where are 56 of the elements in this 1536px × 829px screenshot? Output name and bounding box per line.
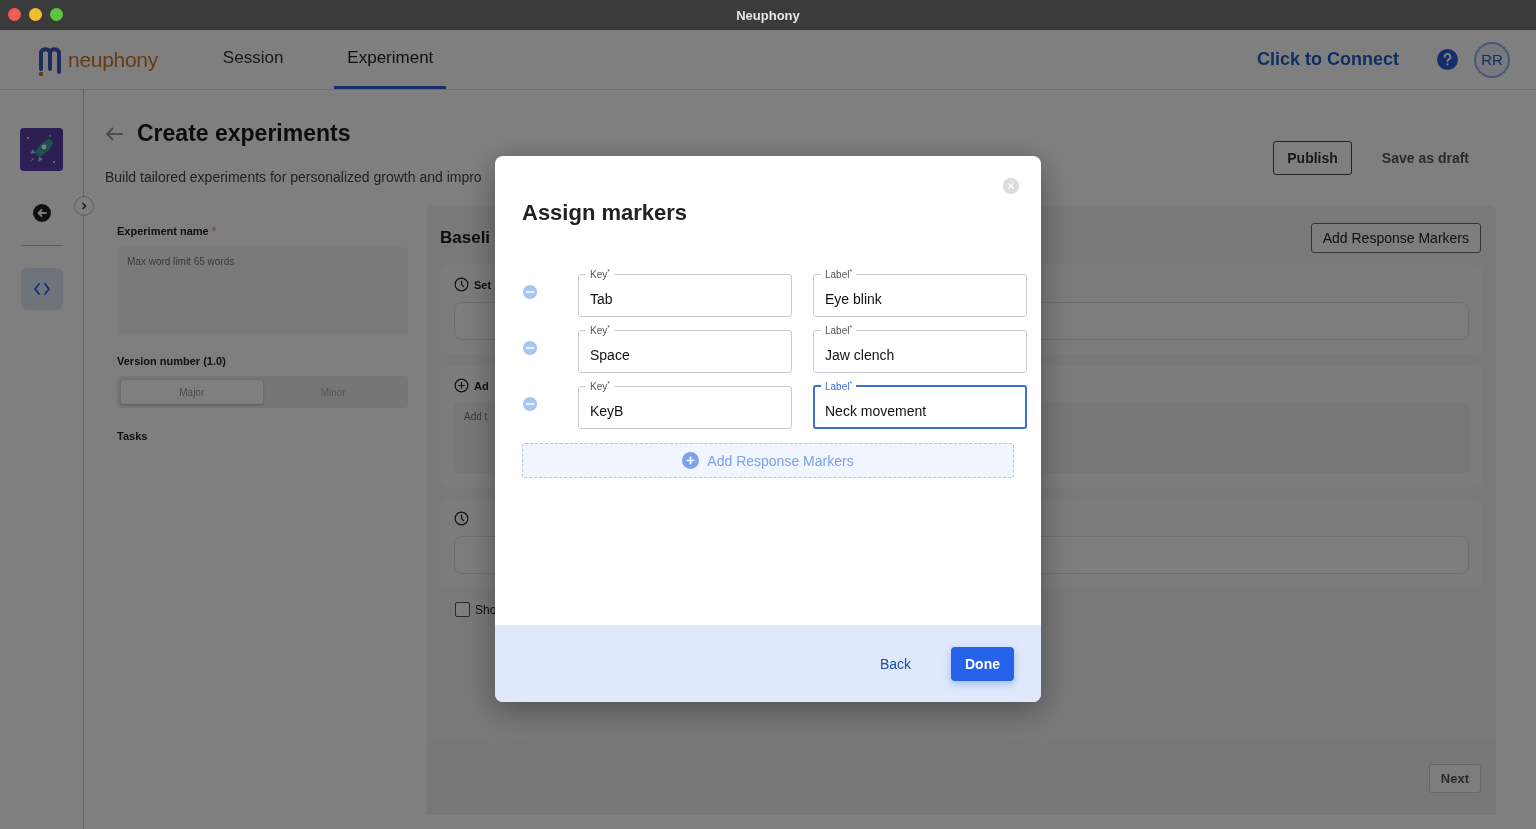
back-button[interactable]: Back: [873, 654, 917, 673]
label-field[interactable]: Label$^{*}$ Eye blink: [813, 268, 1027, 317]
key-input[interactable]: KeyB: [590, 394, 780, 428]
key-input[interactable]: Space: [590, 338, 780, 372]
nav-tab[interactable]: Experiment: [334, 30, 447, 89]
maximize-window-icon[interactable]: [50, 8, 63, 21]
label-input[interactable]: Eye blink: [825, 282, 1015, 316]
window-title: Neuphony: [736, 7, 800, 23]
key-field[interactable]: Key$^{*}$ KeyB: [578, 380, 792, 429]
label-input[interactable]: Neck movement: [825, 394, 1015, 428]
back-arrow-icon[interactable]: [105, 126, 123, 141]
add-circle-icon[interactable]: [454, 378, 469, 393]
nav-tab[interactable]: Session: [209, 30, 297, 89]
field-caption: Label$^{*}$: [824, 380, 854, 393]
field-caption: Key$^{*}$: [589, 324, 611, 337]
connect-link[interactable]: Click to Connect: [1257, 49, 1399, 70]
back-circle-icon[interactable]: [31, 203, 52, 223]
page-subtitle: Build tailored experiments for personalized growth and impro: [105, 169, 482, 185]
field-label: Version number (1.0): [117, 355, 227, 367]
field-caption: Key$^{*}$: [589, 380, 611, 393]
label-field[interactable]: Label$^{*}$ Neck movement: [813, 380, 1027, 429]
section-label: Ad: [474, 379, 489, 392]
code-button[interactable]: [20, 268, 63, 310]
dialog-title: Assign markers: [522, 200, 689, 226]
experiment-name-field[interactable]: Max word limit 65 words: [117, 247, 408, 335]
code-icon: [33, 282, 50, 296]
key-field[interactable]: Key$^{*}$ Space: [578, 324, 792, 373]
minimize-window-icon[interactable]: [29, 8, 42, 21]
next-button[interactable]: Next: [1428, 763, 1481, 793]
expand-sidebar-button[interactable]: [74, 196, 94, 216]
field-caption: Label$^{*}$: [824, 324, 854, 337]
checkbox[interactable]: [455, 602, 470, 617]
chevron-right-icon: [80, 201, 88, 211]
section-label: Set: [474, 278, 492, 291]
done-button[interactable]: Done: [951, 646, 1014, 681]
help-icon[interactable]: [1437, 49, 1458, 70]
plus-circle-icon: [682, 452, 700, 469]
clock-icon: [454, 277, 469, 292]
clock-icon: [454, 511, 469, 526]
rocket-icon[interactable]: [20, 128, 63, 171]
add-markers-button[interactable]: Add Response Markers: [1310, 223, 1481, 253]
logo-text: neuphony: [68, 47, 158, 72]
page-title: Create experiments: [137, 120, 351, 147]
card-title: Baseli: [440, 228, 491, 248]
key-input[interactable]: Tab: [590, 282, 780, 316]
required-mark: *: [211, 225, 216, 237]
field-caption: Label$^{*}$: [824, 268, 854, 281]
close-window-icon[interactable]: [8, 8, 21, 21]
field-caption: Key$^{*}$: [589, 268, 611, 281]
label-field[interactable]: Label$^{*}$ Jaw clench: [813, 324, 1027, 373]
section-label: Tasks: [117, 430, 149, 442]
field-label: Experiment name: [117, 225, 209, 237]
key-field[interactable]: Key$^{*}$ Tab: [578, 268, 792, 317]
publish-button[interactable]: Publish: [1273, 141, 1352, 175]
label-input[interactable]: Jaw clench: [825, 338, 1015, 372]
save-draft-button[interactable]: Save as draft: [1381, 150, 1496, 166]
